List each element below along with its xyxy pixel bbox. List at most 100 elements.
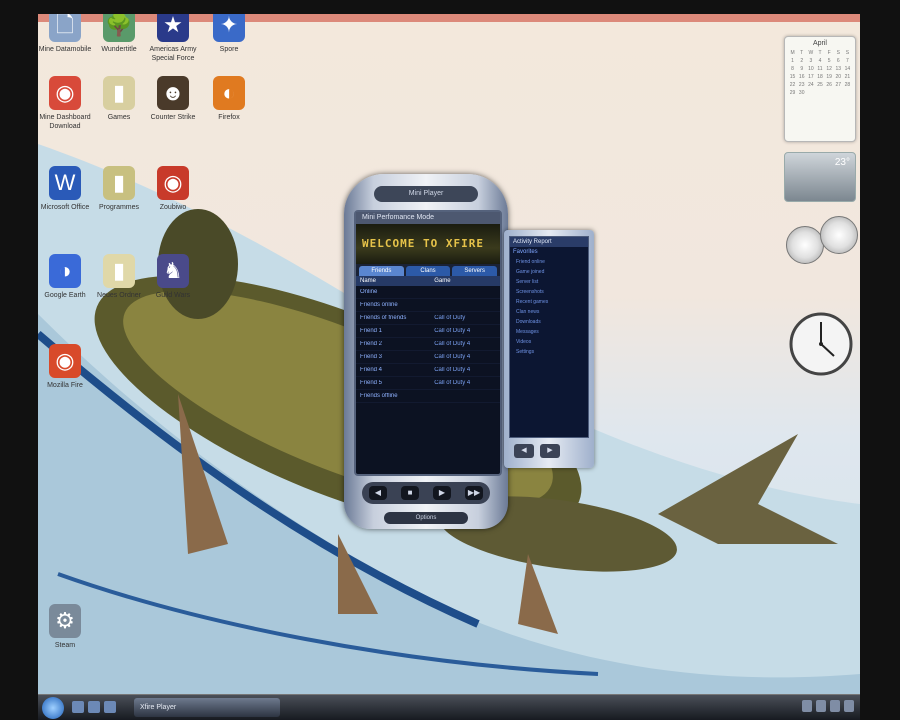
show-desktop-icon[interactable] xyxy=(72,701,84,713)
calendar-day[interactable]: 29 xyxy=(789,90,796,96)
previous-button[interactable]: ◀ xyxy=(369,486,387,500)
player-top-label[interactable]: Mini Player xyxy=(374,186,478,202)
desktop-icon-label: Zoubiwo xyxy=(159,204,187,211)
calendar-day[interactable]: 15 xyxy=(789,74,796,80)
calendar-day[interactable]: 18 xyxy=(816,74,823,80)
calendar-day[interactable]: 13 xyxy=(835,66,842,72)
side-panel-item[interactable]: Settings xyxy=(510,347,588,357)
calendar-day[interactable]: 20 xyxy=(835,74,842,80)
taskbar-item-xfire[interactable]: Xfire Player xyxy=(134,698,280,717)
desktop-icon-zoubiwo[interactable]: ◉ Zoubiwo xyxy=(140,166,206,212)
tray-icon[interactable] xyxy=(830,700,840,712)
friend-row[interactable]: Friends of friends Call of Duty xyxy=(356,312,500,325)
side-panel-item[interactable]: Server list xyxy=(510,277,588,287)
options-button[interactable]: Options xyxy=(384,512,468,524)
friend-name: Friend 4 xyxy=(360,367,383,373)
desktop-icon-steam[interactable]: ⚙ Steam xyxy=(38,604,98,650)
calendar-day[interactable]: 24 xyxy=(807,82,814,88)
tray-icon[interactable] xyxy=(802,700,812,712)
desktop-icon-guild-wars[interactable]: ♞ Guild Wars xyxy=(140,254,206,300)
friend-game: Call of Duty 4 xyxy=(434,341,471,347)
calendar-day[interactable]: 25 xyxy=(816,82,823,88)
side-prev-button[interactable]: ◀ xyxy=(514,444,534,458)
side-panel-item[interactable]: Clan news xyxy=(510,307,588,317)
calendar-day[interactable]: F xyxy=(826,50,833,56)
calendar-day[interactable]: 22 xyxy=(789,82,796,88)
desktop-icon-firefox[interactable]: ◐ Firefox xyxy=(196,76,262,122)
friend-row[interactable]: Friend 4 Call of Duty 4 xyxy=(356,364,500,377)
side-next-button[interactable]: ▶ xyxy=(540,444,560,458)
side-panel-item[interactable]: Videos xyxy=(510,337,588,347)
calendar-day[interactable]: 1 xyxy=(789,58,796,64)
calendar-day[interactable]: 12 xyxy=(826,66,833,72)
calendar-day[interactable]: 7 xyxy=(844,58,851,64)
side-panel-item[interactable]: Friend online xyxy=(510,257,588,267)
volume-icon[interactable] xyxy=(844,700,854,712)
calendar-day[interactable]: 5 xyxy=(826,58,833,64)
calendar-day[interactable]: 26 xyxy=(826,82,833,88)
calendar-day[interactable]: 19 xyxy=(826,74,833,80)
friend-row[interactable]: Friends online xyxy=(356,299,500,312)
next-button[interactable]: ▶▶ xyxy=(465,486,483,500)
calendar-day[interactable]: 17 xyxy=(807,74,814,80)
friend-row[interactable]: Online xyxy=(356,286,500,299)
calendar-day[interactable]: 4 xyxy=(816,58,823,64)
tab-servers[interactable]: Servers xyxy=(452,266,498,276)
side-panel-item[interactable]: Messages xyxy=(510,327,588,337)
activity-side-panel[interactable]: Activity Report Favorites Friend online … xyxy=(504,230,594,468)
player-title: Mini Perfomance Mode xyxy=(356,212,500,224)
friend-row[interactable]: Friends offline xyxy=(356,390,500,403)
desktop-icon-label: Firefox xyxy=(218,114,240,121)
browser-icon[interactable] xyxy=(104,701,116,713)
stop-button[interactable]: ■ xyxy=(401,486,419,500)
calendar-day[interactable]: 11 xyxy=(816,66,823,72)
calendar-gadget[interactable]: April M T W T F S S 1 2 3 4 5 6 7 8 9 10 11 12 13 14 15 16 17 18… xyxy=(784,36,856,142)
friend-name: Friend 1 xyxy=(360,328,383,334)
friend-row[interactable]: Friend 3 Call of Duty 4 xyxy=(356,351,500,364)
column-game[interactable]: Game xyxy=(434,278,496,284)
side-panel-subtitle[interactable]: Favorites xyxy=(510,247,588,257)
calendar-day[interactable]: M xyxy=(789,50,796,56)
calendar-day[interactable]: 16 xyxy=(798,74,805,80)
friend-row[interactable]: Friend 1 Call of Duty 4 xyxy=(356,325,500,338)
tab-clans[interactable]: Clans xyxy=(405,266,451,276)
column-name[interactable]: Name xyxy=(360,278,434,284)
calendar-day[interactable]: 8 xyxy=(789,66,796,72)
calendar-day[interactable]: W xyxy=(807,50,814,56)
weather-gadget[interactable]: 23° xyxy=(784,152,856,202)
calendar-day[interactable]: 10 xyxy=(807,66,814,72)
calendar-day[interactable]: 27 xyxy=(835,82,842,88)
calendar-day[interactable]: S xyxy=(835,50,842,56)
xfire-player-window[interactable]: Mini Player Mini Perfomance Mode WELCOME… xyxy=(344,174,508,529)
calendar-day[interactable]: S xyxy=(844,50,851,56)
clock-gadget[interactable] xyxy=(788,304,854,394)
calendar-day[interactable]: 6 xyxy=(835,58,842,64)
memory-meter-gadget[interactable] xyxy=(820,216,858,254)
side-panel-item[interactable]: Game joined xyxy=(510,267,588,277)
folder-icon: ▮ xyxy=(103,166,135,200)
play-button[interactable]: ▶ xyxy=(433,486,451,500)
tray-icon[interactable] xyxy=(816,700,826,712)
calendar-day[interactable]: 21 xyxy=(844,74,851,80)
tab-friends[interactable]: Friends xyxy=(359,266,404,276)
start-button[interactable] xyxy=(42,697,64,719)
side-panel-item[interactable]: Screenshots xyxy=(510,287,588,297)
friend-row[interactable]: Friend 2 Call of Duty 4 xyxy=(356,338,500,351)
friend-row[interactable]: Friend 5 Call of Duty 4 xyxy=(356,377,500,390)
calendar-day[interactable]: 28 xyxy=(844,82,851,88)
calendar-day[interactable]: 2 xyxy=(798,58,805,64)
calendar-day[interactable]: 14 xyxy=(844,66,851,72)
side-panel-item[interactable]: Downloads xyxy=(510,317,588,327)
calendar-day[interactable]: 3 xyxy=(807,58,814,64)
calendar-day[interactable]: 9 xyxy=(798,66,805,72)
side-panel-item[interactable]: Recent games xyxy=(510,297,588,307)
calendar-day[interactable]: 30 xyxy=(798,90,805,96)
desktop-icon-spore[interactable]: ✦ Spore xyxy=(196,14,262,54)
switch-windows-icon[interactable] xyxy=(88,701,100,713)
cpu-meter-gadget[interactable] xyxy=(786,226,824,264)
app-icon: ★ xyxy=(157,14,189,42)
calendar-day[interactable]: 23 xyxy=(798,82,805,88)
desktop-icon-mozilla[interactable]: ◉ Mozilla Fire xyxy=(38,344,98,390)
calendar-day[interactable]: T xyxy=(816,50,823,56)
calendar-day[interactable]: T xyxy=(798,50,805,56)
